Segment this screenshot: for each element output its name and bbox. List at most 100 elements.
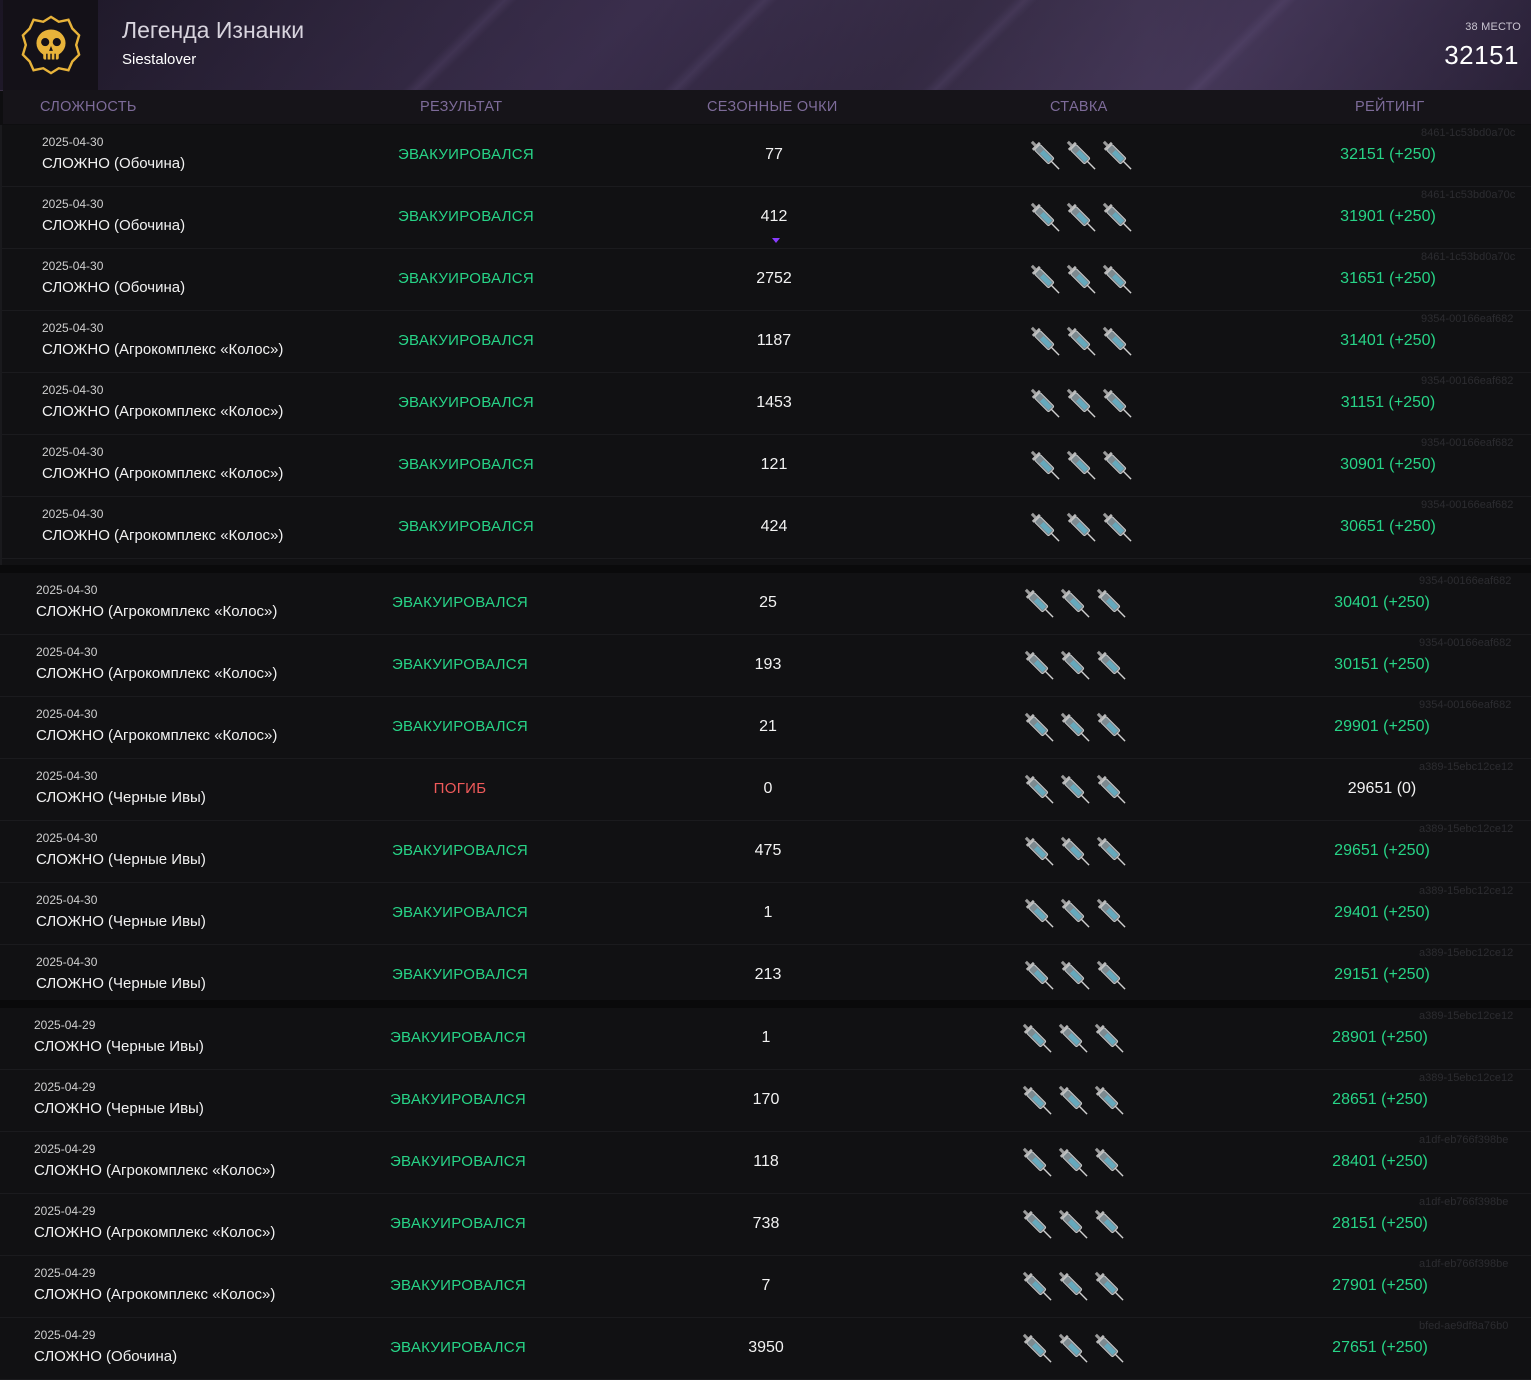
column-points[interactable]: СЕЗОННЫЕ ОЧКИ [707, 99, 838, 115]
header-decor [380, 0, 540, 90]
table-row[interactable]: 9354-00166eaf682 2025-04-30 СЛОЖНО (Агроко… [0, 635, 1531, 697]
match-id: 9354-00166eaf682 [1419, 575, 1512, 587]
table-row[interactable]: 9354-00166eaf682 2025-04-30 СЛОЖНО (Агроко… [0, 697, 1531, 759]
match-date: 2025-04-29 [34, 1204, 96, 1218]
table-row[interactable]: 8461-1c53bd0a70c 2025-04-30 СЛОЖНО (Обочин… [2, 125, 1531, 187]
stake-items [1021, 1329, 1131, 1369]
match-result: ЭВАКУИРОВАЛСЯ [391, 594, 529, 611]
match-result: ЭВАКУИРОВАЛСЯ [397, 456, 535, 473]
match-result: ЭВАКУИРОВАЛСЯ [389, 1339, 527, 1356]
stake-items [1029, 260, 1139, 300]
match-id: 9354-00166eaf682 [1421, 499, 1514, 511]
table-row[interactable]: 9354-00166eaf682 2025-04-30 СЛОЖНО (Агроко… [0, 573, 1531, 635]
table-row[interactable]: a1df-eb766f398be 2025-04-29 СЛОЖНО (Агроко… [0, 1256, 1531, 1318]
syringe-icon [1101, 260, 1135, 300]
match-id: 8461-1c53bd0a70c [1421, 189, 1516, 201]
skull-emblem-icon [3, 0, 98, 90]
match-result: ЭВАКУИРОВАЛСЯ [389, 1277, 527, 1294]
match-date: 2025-04-30 [36, 583, 98, 597]
header-decor [900, 0, 1060, 90]
table-row[interactable]: 9354-00166eaf682 2025-04-30 СЛОЖНО (Агроко… [2, 373, 1531, 435]
match-history-page-2[interactable]: 9354-00166eaf682 2025-04-30 СЛОЖНО (Агроко… [0, 573, 1531, 1007]
stake-items [1023, 832, 1133, 872]
syringe-icon [1093, 1329, 1127, 1369]
syringe-icon [1059, 770, 1093, 810]
match-result: ЭВАКУИРОВАЛСЯ [397, 270, 535, 287]
syringe-icon [1023, 770, 1057, 810]
syringe-icon [1029, 446, 1063, 486]
stake-items [1023, 770, 1133, 810]
table-row[interactable]: 8461-1c53bd0a70c 2025-04-30 СЛОЖНО (Обочин… [2, 187, 1531, 249]
rating-change: 27901 (+250) [1332, 1277, 1428, 1294]
rating-change: 31151 (+250) [1340, 394, 1436, 411]
match-history-page-1[interactable]: 8461-1c53bd0a70c 2025-04-30 СЛОЖНО (Обочин… [0, 125, 1531, 571]
syringe-icon [1101, 198, 1135, 238]
syringe-icon [1095, 956, 1129, 996]
match-date: 2025-04-30 [42, 445, 104, 459]
match-difficulty: СЛОЖНО (Обочина) [42, 155, 186, 172]
table-row[interactable]: 9354-00166eaf682 2025-04-30 СЛОЖНО (Агроко… [2, 311, 1531, 373]
table-row[interactable]: 8461-1c53bd0a70c 2025-04-30 СЛОЖНО (Обочин… [2, 249, 1531, 311]
event-title: Легенда Изнанки [122, 17, 305, 43]
column-difficulty[interactable]: СЛОЖНОСТЬ [40, 99, 137, 115]
table-row[interactable]: a389-15ebc12ce12 2025-04-30 СЛОЖНО (Черные… [0, 883, 1531, 945]
season-points: 193 [754, 656, 782, 673]
leaderboard-place: 38 МЕСТО [1465, 21, 1521, 33]
profile-header: Легенда Изнанки Siestalover 38 МЕСТО 321… [0, 0, 1531, 91]
table-row[interactable]: bfed-ae9df8a76b0 2025-04-29 СЛОЖНО (Обочин… [0, 1318, 1531, 1380]
match-difficulty: СЛОЖНО (Агрокомплекс «Колос») [36, 603, 278, 620]
column-result[interactable]: РЕЗУЛЬТАТ [420, 99, 502, 115]
rating-change: 31651 (+250) [1340, 270, 1436, 287]
season-points: 1 [761, 1029, 771, 1046]
rating-change: 30901 (+250) [1340, 456, 1436, 473]
stake-items [1023, 708, 1133, 748]
match-id: a389-15ebc12ce12 [1419, 823, 1514, 835]
season-points: 25 [759, 594, 777, 611]
match-difficulty: СЛОЖНО (Обочина) [34, 1348, 178, 1365]
stake-items [1029, 198, 1139, 238]
rating-change: 31901 (+250) [1340, 208, 1436, 225]
syringe-icon [1059, 584, 1093, 624]
match-date: 2025-04-30 [42, 197, 104, 211]
syringe-icon [1065, 384, 1099, 424]
table-row[interactable]: a389-15ebc12ce12 2025-04-29 СЛОЖНО (Черные… [0, 1008, 1531, 1070]
column-stake[interactable]: СТАВКА [1050, 99, 1108, 115]
match-result: ЭВАКУИРОВАЛСЯ [389, 1091, 527, 1108]
table-row[interactable]: a389-15ebc12ce12 2025-04-30 СЛОЖНО (Черные… [0, 945, 1531, 1007]
match-id: 8461-1c53bd0a70c [1421, 127, 1516, 139]
match-date: 2025-04-30 [42, 321, 104, 335]
table-row[interactable]: a389-15ebc12ce12 2025-04-29 СЛОЖНО (Черные… [0, 1070, 1531, 1132]
syringe-icon [1095, 708, 1129, 748]
syringe-icon [1023, 584, 1057, 624]
rating-change: 28151 (+250) [1332, 1215, 1428, 1232]
match-result: ПОГИБ [433, 780, 487, 797]
stake-items [1029, 508, 1139, 548]
column-rating[interactable]: РЕЙТИНГ [1355, 99, 1424, 115]
rating-change: 27651 (+250) [1332, 1339, 1428, 1356]
match-history-page-3[interactable]: a389-15ebc12ce12 2025-04-29 СЛОЖНО (Черные… [0, 1008, 1531, 1380]
table-header: СЛОЖНОСТЬ РЕЗУЛЬТАТ СЕЗОННЫЕ ОЧКИ СТАВКА… [3, 90, 1531, 124]
match-date: 2025-04-30 [36, 831, 98, 845]
table-row[interactable]: 9354-00166eaf682 2025-04-30 СЛОЖНО (Агроко… [2, 497, 1531, 559]
stake-items [1029, 384, 1139, 424]
season-points: 738 [752, 1215, 780, 1232]
syringe-icon [1023, 832, 1057, 872]
match-result: ЭВАКУИРОВАЛСЯ [391, 966, 529, 983]
table-row[interactable]: 9354-00166eaf682 2025-04-30 СЛОЖНО (Агроко… [2, 435, 1531, 497]
match-date: 2025-04-30 [42, 383, 104, 397]
match-id: 9354-00166eaf682 [1419, 699, 1512, 711]
match-difficulty: СЛОЖНО (Черные Ивы) [34, 1100, 204, 1117]
match-date: 2025-04-29 [34, 1018, 96, 1032]
stake-items [1021, 1019, 1131, 1059]
rating-change: 29901 (+250) [1334, 718, 1430, 735]
syringe-icon [1059, 708, 1093, 748]
syringe-icon [1101, 446, 1135, 486]
match-difficulty: СЛОЖНО (Черные Ивы) [36, 789, 206, 806]
syringe-icon [1029, 508, 1063, 548]
table-row[interactable]: a1df-eb766f398be 2025-04-29 СЛОЖНО (Агроко… [0, 1132, 1531, 1194]
table-row[interactable]: a389-15ebc12ce12 2025-04-30 СЛОЖНО (Черные… [0, 821, 1531, 883]
match-id: 9354-00166eaf682 [1421, 313, 1514, 325]
syringe-icon [1095, 646, 1129, 686]
table-row[interactable]: a389-15ebc12ce12 2025-04-30 СЛОЖНО (Черные… [0, 759, 1531, 821]
table-row[interactable]: a1df-eb766f398be 2025-04-29 СЛОЖНО (Агроко… [0, 1194, 1531, 1256]
